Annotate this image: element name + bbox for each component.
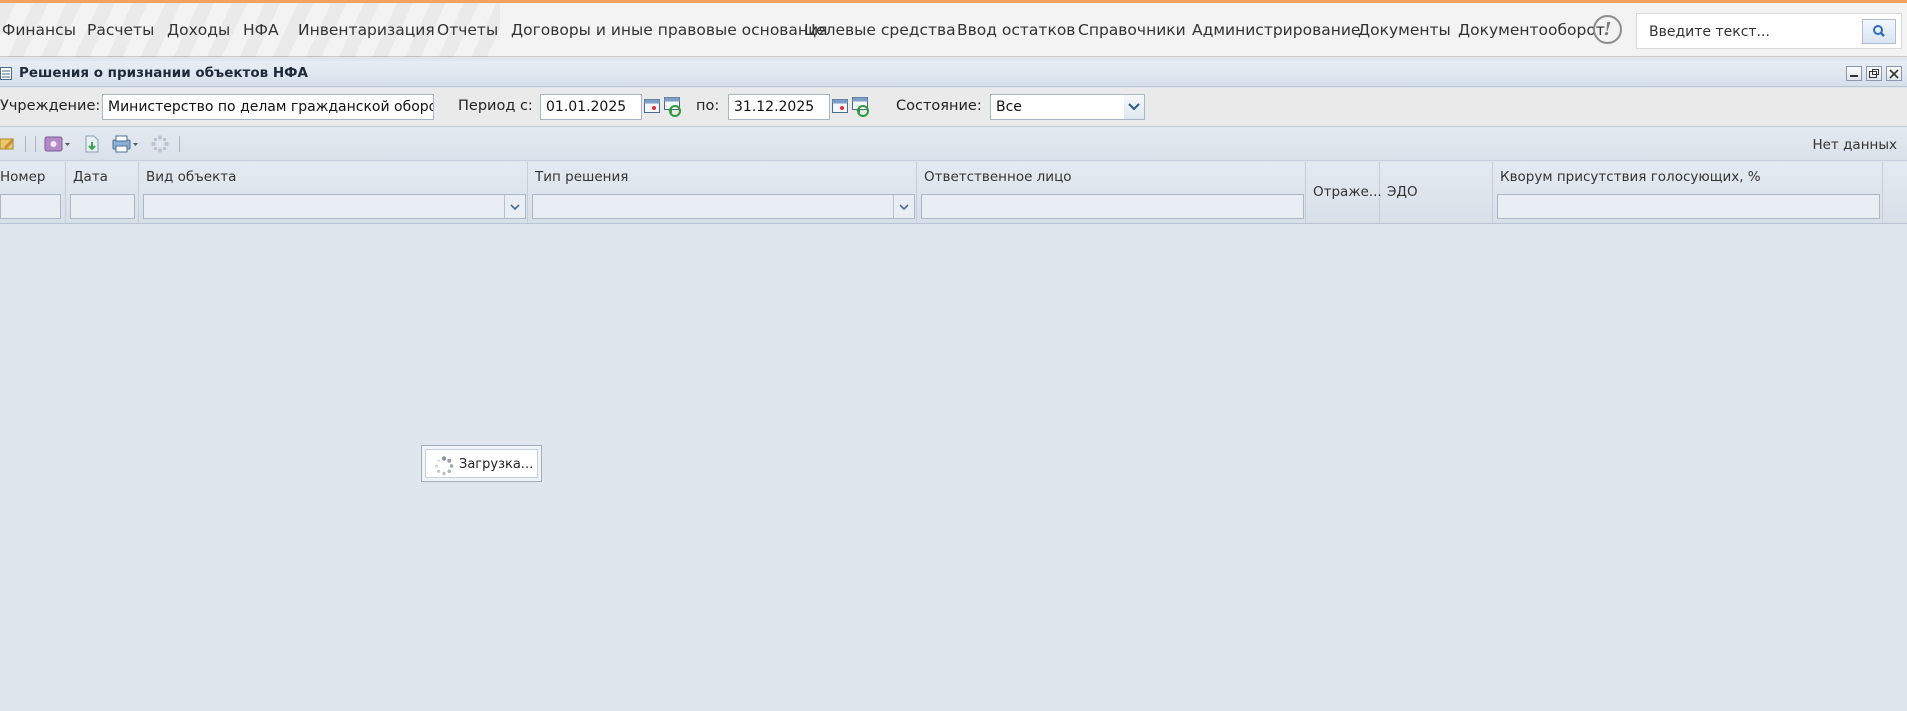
menu-item-income[interactable]: Доходы [167, 20, 230, 40]
institution-label: Учреждение: [0, 98, 101, 114]
state-label: Состояние: [896, 98, 982, 114]
calendar-refresh-icon[interactable] [851, 95, 871, 119]
search-icon [1873, 25, 1885, 37]
minimize-button[interactable] [1846, 66, 1862, 81]
column-quorum[interactable]: Кворум присутствия голосующих, % [1493, 162, 1883, 223]
add-icon[interactable] [44, 135, 70, 153]
period-from-field[interactable]: 01.01.2025 [540, 94, 642, 120]
column-responsible[interactable]: Ответственное лицо [917, 162, 1306, 223]
grid-body [0, 224, 1907, 711]
edit-icon[interactable] [0, 135, 18, 153]
top-menu-bar: Финансы Расчеты Доходы НФА Инвентаризаци… [0, 0, 1907, 57]
column-decision-type[interactable]: Тип решения [528, 162, 917, 223]
column-header-label: Кворум присутствия голосующих, % [1500, 169, 1761, 185]
restore-icon [1869, 69, 1879, 78]
calendar-refresh-icon[interactable] [663, 95, 683, 119]
column-header-label: Номер [0, 169, 46, 185]
window-title: Решения о признании объектов НФА [19, 65, 308, 81]
period-from-label: Период с: [458, 98, 533, 114]
toolbar-separator [35, 136, 36, 152]
toolbar-separator [25, 136, 26, 152]
filter-object-type-select[interactable] [143, 194, 526, 219]
toolbar: Нет данных [0, 128, 1907, 161]
column-edo[interactable]: ЭДО [1380, 162, 1493, 223]
toolbar-separator [179, 136, 180, 152]
institution-field[interactable]: Министерство по делам гражданской оборон… [102, 94, 434, 120]
spinner-icon [435, 456, 454, 476]
period-to-field[interactable]: 31.12.2025 [728, 94, 830, 120]
column-reflected[interactable]: Отраже... [1306, 162, 1382, 223]
window-title-bar: Решения о признании объектов НФА [0, 61, 1907, 87]
column-date[interactable]: Дата [66, 162, 139, 223]
loading-text: Загрузка... [459, 457, 534, 472]
filter-date-input[interactable] [70, 194, 135, 219]
menu-item-inventory[interactable]: Инвентаризация [298, 20, 435, 40]
search-button[interactable] [1862, 19, 1896, 44]
help-icon[interactable]: ! [1593, 15, 1622, 44]
status-no-data: Нет данных [1812, 137, 1897, 153]
menu-item-contracts[interactable]: Договоры и иные правовые основания [511, 20, 827, 40]
column-number[interactable]: Номер [0, 162, 66, 223]
filter-number-input[interactable] [0, 194, 61, 219]
filter-bar: Учреждение: Министерство по делам гражда… [0, 88, 1907, 127]
loading-box: Загрузка... [425, 449, 538, 478]
minimize-icon [1850, 75, 1858, 77]
column-header-label: Дата [73, 169, 108, 185]
menu-item-administration[interactable]: Администрирование [1192, 20, 1360, 40]
chevron-down-icon [899, 204, 909, 211]
filter-quorum-input[interactable] [1497, 194, 1880, 219]
menu-item-documents[interactable]: Документы [1358, 20, 1451, 40]
menu-item-nfa[interactable]: НФА [243, 20, 279, 40]
calendar-icon[interactable] [643, 95, 663, 119]
search-box [1636, 13, 1902, 49]
column-header-label: Ответственное лицо [924, 169, 1072, 185]
chevron-down-icon [1128, 103, 1140, 111]
close-button[interactable] [1886, 66, 1902, 81]
close-icon [1889, 69, 1899, 79]
grid-header: Номер Дата Вид объекта Тип решения Ответ… [0, 162, 1907, 224]
export-icon[interactable] [83, 135, 101, 153]
menu-item-settlements[interactable]: Расчеты [87, 20, 154, 40]
period-to-label: по: [696, 98, 720, 114]
menu-item-reports[interactable]: Отчеты [437, 20, 498, 40]
menu-item-target-funds[interactable]: Целевые средства [804, 20, 956, 40]
menu-item-workflow[interactable]: Документооборот [1458, 20, 1605, 40]
window-icon [0, 67, 12, 80]
chevron-down-icon [510, 204, 520, 211]
menu-item-directories[interactable]: Справочники [1078, 20, 1186, 40]
restore-button[interactable] [1866, 66, 1882, 81]
refresh-icon[interactable] [151, 135, 169, 153]
menu-item-balances[interactable]: Ввод остатков [957, 20, 1075, 40]
column-header-label: Отраже... [1313, 184, 1382, 200]
column-object-type[interactable]: Вид объекта [139, 162, 528, 223]
filter-responsible-input[interactable] [921, 194, 1304, 219]
print-icon[interactable] [112, 135, 138, 153]
column-header-label: Тип решения [535, 169, 629, 185]
filter-dropdown-button[interactable] [504, 195, 525, 218]
loading-indicator: Загрузка... [421, 445, 542, 482]
calendar-icon[interactable] [831, 95, 851, 119]
state-dropdown-button[interactable] [1124, 94, 1145, 120]
menu-item-finance[interactable]: Финансы [2, 20, 76, 40]
filter-dropdown-button[interactable] [893, 195, 914, 218]
search-input[interactable] [1647, 20, 1861, 44]
filter-decision-type-select[interactable] [532, 194, 915, 219]
column-header-label: ЭДО [1387, 184, 1418, 200]
state-select[interactable]: Все [990, 94, 1125, 120]
column-header-label: Вид объекта [146, 169, 237, 185]
